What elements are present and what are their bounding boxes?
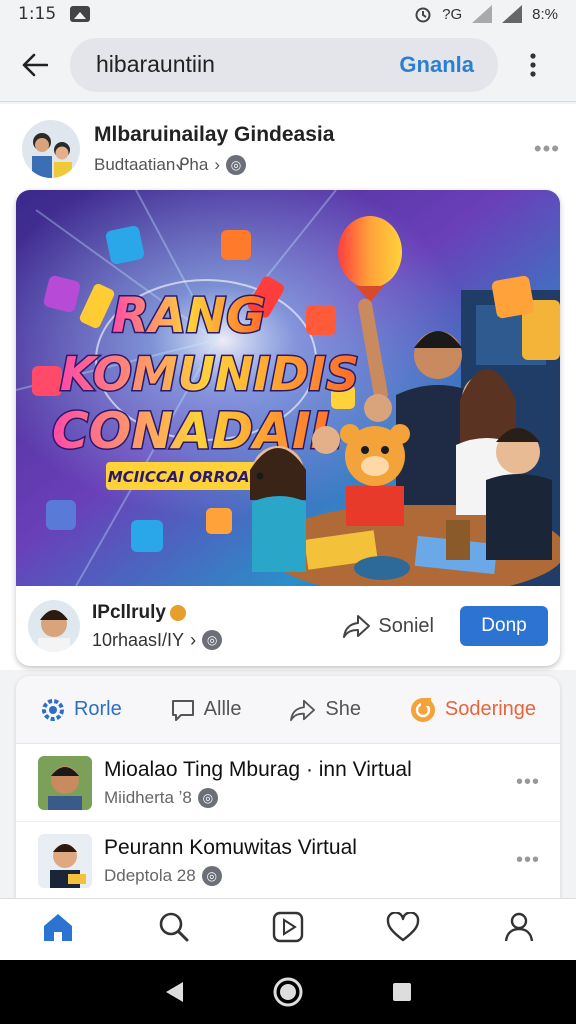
heart-icon: [387, 911, 420, 942]
globe-icon: ◎: [201, 865, 222, 886]
list-item-options-button[interactable]: •••: [516, 771, 540, 794]
nav-reels[interactable]: [272, 910, 304, 949]
list-item[interactable]: Mioalao Ting Mburag · inn Virtual Miidhe…: [16, 744, 560, 822]
creator-meta-row: 10rhaasI/IY › ◎: [92, 629, 223, 651]
action-soderinge-label: Soderinge: [444, 698, 537, 720]
banner-image[interactable]: RANG KOMUNIDIS CONADAIL MCIICCAI ORROAHU: [16, 190, 560, 586]
media-card[interactable]: RANG KOMUNIDIS CONADAIL MCIICCAI ORROAHU: [16, 190, 560, 666]
list-item-thumbnail: [38, 755, 92, 810]
banner-line2: KOMUNIDIS: [60, 347, 359, 401]
list-item-title: Peurann Komuwitas Virtual: [104, 835, 357, 859]
page-avatar[interactable]: [22, 120, 80, 178]
share-arrow-icon: [343, 615, 371, 638]
search-icon: [159, 912, 189, 942]
home-icon: [44, 914, 73, 941]
status-time: 1:15: [18, 4, 57, 24]
kebab-menu-icon: [530, 52, 536, 77]
list-item-title: Mioalao Ting Mburag · inn Virtual: [104, 757, 412, 781]
app-bar: hibarauntiin Gnanla: [0, 28, 576, 102]
action-soderinge[interactable]: Soderinge: [409, 696, 536, 724]
creator-meta: 10rhaasI/IY: [92, 629, 185, 650]
gear-icon: [41, 698, 64, 721]
post-card: Mlbaruinailay Gindeasia Budtaatianᕵha › …: [0, 104, 576, 670]
banner-line3: CONADAIL: [52, 402, 342, 460]
bottom-nav: [0, 898, 576, 960]
action-she[interactable]: She: [289, 698, 361, 722]
battery-level: 8:%: [532, 5, 558, 23]
status-bar: 1:15 ?G 8:%: [0, 0, 576, 28]
nav-home[interactable]: [41, 911, 75, 948]
search-input[interactable]: hibarauntiin Gnanla: [70, 37, 498, 92]
wifi-signal-icon: [472, 5, 493, 23]
list-item[interactable]: Peurann Komuwitas Virtual Ddeptola 28 ◎ …: [16, 822, 560, 898]
gallery-notification-icon: [70, 6, 91, 22]
post-options-button[interactable]: •••: [534, 136, 560, 162]
globe-icon: ◎: [226, 155, 246, 175]
cell-signal-icon: [502, 5, 523, 23]
creator-meta-arrow: ›: [190, 629, 197, 650]
banner-tagline: MCIICCAI ORROAHU: [108, 468, 274, 486]
list-item-thumbnail: [38, 833, 92, 888]
post-header: Mlbaruinailay Gindeasia Budtaatianᕵha › …: [22, 118, 560, 180]
action-rorle-label: Rorle: [73, 698, 122, 720]
action-allle[interactable]: Allle: [170, 698, 242, 722]
action-allle-label: Allle: [203, 698, 242, 720]
list-item-options-button[interactable]: •••: [516, 849, 540, 872]
system-nav-bar: [0, 960, 576, 1024]
interaction-panel: Rorle Allle She Soderinge Mioalao Ting M…: [16, 676, 560, 898]
creator-name[interactable]: IPcllruly: [92, 602, 166, 624]
system-home-icon[interactable]: [272, 976, 304, 1008]
comment-icon: [171, 699, 194, 721]
back-button[interactable]: [0, 28, 70, 102]
verified-badge-icon: [169, 604, 186, 621]
primary-action-button[interactable]: Donp: [460, 606, 548, 646]
alarm-icon: [415, 7, 431, 23]
share-button-label: Soniel: [378, 614, 434, 637]
list-item-meta: Miidherta ʼ8: [104, 787, 192, 807]
list-item-meta: Ddeptola 28: [104, 865, 196, 885]
globe-icon: ◎: [197, 787, 218, 808]
nav-search[interactable]: [158, 911, 190, 948]
search-query: hibarauntiin: [96, 51, 215, 77]
action-she-label: She: [325, 698, 361, 720]
more-options-button[interactable]: [498, 52, 568, 77]
banner-line1: RANG: [112, 288, 266, 344]
network-label: ?G: [442, 5, 463, 23]
search-action-button[interactable]: Gnanla: [399, 52, 474, 78]
action-rorle[interactable]: Rorle: [40, 697, 122, 723]
post-subtitle-arrow: ›: [214, 155, 220, 174]
media-footer: IPcllruly 10rhaasI/IY › ◎ Soniel Donp: [16, 586, 560, 666]
creator-name-row: IPcllruly: [92, 602, 222, 624]
post-author-name[interactable]: Mlbaruinailay Gindeasia: [94, 123, 334, 147]
post-subtitle: Budtaatianᕵha: [94, 155, 209, 174]
nav-profile[interactable]: [503, 911, 535, 948]
system-recents-icon[interactable]: [391, 981, 413, 1003]
action-bar: Rorle Allle She Soderinge: [16, 676, 560, 744]
profile-icon: [504, 912, 533, 942]
privacy-icon: ◎: [202, 630, 223, 650]
post-meta: Budtaatianᕵha › ◎: [94, 155, 334, 175]
sticker-icon: [410, 697, 435, 722]
back-arrow-icon: [22, 53, 48, 76]
reels-icon: [272, 911, 304, 943]
share-button[interactable]: Soniel: [342, 613, 434, 639]
system-back-icon[interactable]: [163, 980, 185, 1004]
share-icon: [290, 699, 316, 721]
nav-activity[interactable]: [386, 911, 420, 947]
creator-avatar[interactable]: [28, 600, 80, 652]
